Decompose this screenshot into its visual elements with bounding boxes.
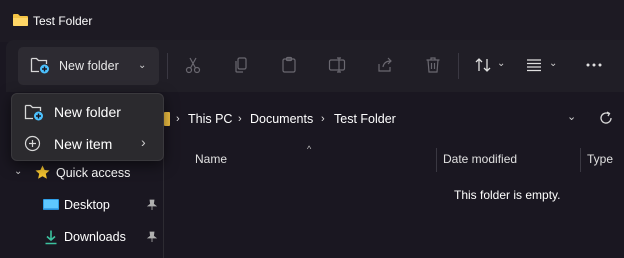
- more-icon[interactable]: [583, 54, 605, 76]
- column-header-date-modified[interactable]: Date modified: [443, 151, 517, 167]
- desktop-icon: [42, 198, 60, 212]
- chevron-right-icon: ›: [141, 134, 146, 150]
- breadcrumb-test-folder[interactable]: Test Folder: [334, 110, 396, 128]
- breadcrumb-documents[interactable]: Documents: [250, 110, 313, 128]
- column-divider[interactable]: [436, 148, 437, 172]
- address-folder-icon: [164, 112, 170, 126]
- delete-icon[interactable]: [422, 54, 444, 76]
- folder-icon: [12, 13, 29, 27]
- column-divider[interactable]: [580, 148, 581, 172]
- new-folder-icon: [24, 103, 44, 121]
- window-title: Test Folder: [33, 14, 93, 28]
- sidebar-item-desktop[interactable]: Desktop: [64, 197, 110, 213]
- sort-caret-icon: ^: [307, 144, 312, 154]
- sidebar-item-downloads[interactable]: Downloads: [64, 229, 126, 245]
- rename-icon[interactable]: [326, 54, 348, 76]
- pin-icon[interactable]: [146, 199, 158, 211]
- toolbar-separator: [167, 53, 168, 79]
- column-header-type[interactable]: Type: [587, 151, 613, 167]
- star-icon: [34, 164, 51, 181]
- copy-icon[interactable]: [230, 54, 252, 76]
- sort-icon[interactable]: [472, 54, 494, 76]
- view-icon[interactable]: [523, 54, 545, 76]
- sidebar-item-quick-access[interactable]: Quick access: [56, 165, 130, 181]
- breadcrumb-separator[interactable]: ›: [238, 110, 242, 128]
- new-folder-label: New folder: [59, 59, 119, 73]
- chevron-down-icon[interactable]: ⌄: [138, 58, 146, 74]
- refresh-icon[interactable]: [597, 109, 615, 127]
- paste-icon[interactable]: [278, 54, 300, 76]
- breadcrumb-separator[interactable]: ›: [321, 110, 325, 128]
- menu-item-label: New folder: [54, 104, 121, 120]
- share-icon[interactable]: [374, 54, 396, 76]
- empty-folder-message: This folder is empty.: [454, 188, 561, 202]
- pin-icon[interactable]: [146, 231, 158, 243]
- expand-chevron-icon[interactable]: ⌄: [14, 166, 22, 177]
- cut-icon[interactable]: [182, 54, 204, 76]
- toolbar-separator: [458, 53, 459, 79]
- new-item-icon: [24, 135, 41, 152]
- download-icon: [43, 229, 59, 245]
- column-header-name[interactable]: Name: [195, 151, 227, 167]
- address-history-chevron-icon[interactable]: ⌄: [567, 110, 576, 123]
- breadcrumb-separator[interactable]: ›: [176, 110, 180, 128]
- new-folder-icon: [30, 56, 50, 74]
- menu-item-label: New item: [54, 136, 113, 152]
- breadcrumb-this-pc[interactable]: This PC: [188, 110, 232, 128]
- sort-chevron-icon[interactable]: ⌄: [497, 58, 505, 69]
- title-bar: [0, 0, 624, 42]
- view-chevron-icon[interactable]: ⌄: [549, 58, 557, 69]
